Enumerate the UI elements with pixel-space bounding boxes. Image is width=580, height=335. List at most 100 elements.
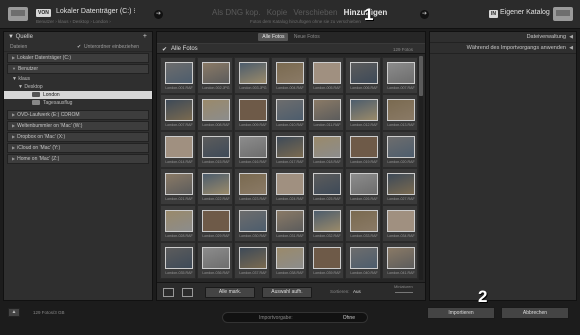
expand-button[interactable]: ▲ bbox=[8, 308, 20, 317]
scrollbar-thumb[interactable] bbox=[419, 56, 423, 96]
thumbnail-image[interactable] bbox=[165, 173, 193, 195]
thumbnail-cell[interactable]: London-008.RAF bbox=[197, 94, 233, 131]
thumbnail-image[interactable] bbox=[313, 247, 341, 269]
volume-item[interactable]: ▶ Lokaler Datenträger (C:) bbox=[7, 53, 149, 63]
thumbnail-image[interactable] bbox=[239, 247, 267, 269]
thumbnail-cell[interactable]: London-018.RAF bbox=[308, 131, 344, 168]
thumbnail-image[interactable] bbox=[202, 62, 230, 84]
thumbnail-image[interactable] bbox=[165, 62, 193, 84]
thumbnail-cell[interactable]: London-040.RAF bbox=[345, 242, 381, 279]
mode-move[interactable]: Verschieben bbox=[293, 8, 337, 17]
thumbnail-image[interactable] bbox=[202, 210, 230, 232]
scrollbar[interactable] bbox=[419, 56, 423, 280]
thumbnail-cell[interactable]: London-027.RAF bbox=[382, 168, 418, 205]
source-panel-header[interactable]: ▼ Quelle + bbox=[4, 32, 152, 43]
thumbnail-image[interactable] bbox=[387, 247, 415, 269]
tree-item-tagesausflug[interactable]: Tagesausflug bbox=[4, 99, 152, 107]
tab-all-photos[interactable]: Alle Fotos bbox=[258, 33, 289, 41]
import-button[interactable]: Importieren bbox=[427, 307, 495, 319]
volume-item[interactable]: ▼ Benutzer bbox=[7, 64, 149, 74]
thumbnail-image[interactable] bbox=[165, 210, 193, 232]
checkmark-icon[interactable]: ✔ bbox=[162, 46, 167, 53]
thumbnail-image[interactable] bbox=[387, 173, 415, 195]
thumbnail-cell[interactable]: London-002.JPG bbox=[197, 57, 233, 94]
thumbnail-image[interactable] bbox=[276, 99, 304, 121]
mode-copy[interactable]: Kopie bbox=[267, 8, 287, 17]
thumbnail-cell[interactable]: London-016.RAF bbox=[234, 131, 270, 168]
thumbnail-image[interactable] bbox=[313, 62, 341, 84]
thumbnail-cell[interactable]: London-013.RAF bbox=[382, 94, 418, 131]
thumbnail-image[interactable] bbox=[313, 173, 341, 195]
thumbnail-cell[interactable]: London-025.RAF bbox=[308, 168, 344, 205]
thumbnail-cell[interactable]: London-017.RAF bbox=[271, 131, 307, 168]
sort-value[interactable]: Aus bbox=[353, 289, 361, 294]
thumbnail-image[interactable] bbox=[387, 136, 415, 158]
thumbnail-cell[interactable]: London-003.JPG bbox=[234, 57, 270, 94]
thumbnail-image[interactable] bbox=[202, 247, 230, 269]
tree-item-desktop[interactable]: ▼ Desktop bbox=[4, 83, 152, 91]
thumbnail-image[interactable] bbox=[350, 62, 378, 84]
thumbnail-cell[interactable]: London-004.RAF bbox=[271, 57, 307, 94]
thumbnail-cell[interactable]: London-010.RAF bbox=[271, 94, 307, 131]
volume-item[interactable]: ▶ Dropbox on 'Mac' (X:) bbox=[7, 132, 149, 142]
thumbnail-image[interactable] bbox=[313, 99, 341, 121]
thumbnail-image[interactable] bbox=[350, 173, 378, 195]
source-title[interactable]: Lokaler Datenträger (C:) ⁝ bbox=[56, 7, 136, 15]
thumbnail-cell[interactable]: London-029.RAF bbox=[197, 205, 233, 242]
thumbnail-cell[interactable]: London-001.RAF bbox=[160, 57, 196, 94]
thumbnail-cell[interactable]: London-033.RAF bbox=[345, 205, 381, 242]
thumbnail-cell[interactable]: London-007.RAF bbox=[160, 94, 196, 131]
thumbnail-cell[interactable]: London-038.RAF bbox=[271, 242, 307, 279]
thumbnail-cell[interactable]: London-034.RAF bbox=[382, 205, 418, 242]
photo-count-label[interactable]: 129 Fotos bbox=[393, 47, 413, 52]
thumbnail-image[interactable] bbox=[276, 210, 304, 232]
apply-during-import-section[interactable]: Während des Importvorgangs anwenden ◀ bbox=[430, 43, 576, 54]
thumbnail-image[interactable] bbox=[239, 99, 267, 121]
thumbnail-cell[interactable]: London-041.RAF bbox=[382, 242, 418, 279]
thumbnail-image[interactable] bbox=[276, 136, 304, 158]
thumbnail-image[interactable] bbox=[350, 136, 378, 158]
volume-item[interactable]: ▶ iCloud on 'Mac' (Y:) bbox=[7, 143, 149, 153]
thumbnail-cell[interactable]: London-014.RAF bbox=[160, 131, 196, 168]
uncheck-all-button[interactable]: Auswahl aufh. bbox=[262, 287, 312, 298]
thumbnail-cell[interactable]: London-012.RAF bbox=[345, 94, 381, 131]
thumbnail-cell[interactable]: London-032.RAF bbox=[308, 205, 344, 242]
thumbnail-image[interactable] bbox=[313, 210, 341, 232]
thumbnail-image[interactable] bbox=[387, 62, 415, 84]
tree-item-klaus[interactable]: ▼ klaus bbox=[4, 75, 152, 83]
thumbnail-image[interactable] bbox=[239, 136, 267, 158]
add-source-icon[interactable]: + bbox=[143, 33, 147, 40]
thumbnail-cell[interactable]: London-028.RAF bbox=[160, 205, 196, 242]
thumbnail-cell[interactable]: London-031.RAF bbox=[271, 205, 307, 242]
thumbnail-image[interactable] bbox=[239, 210, 267, 232]
thumbnail-image[interactable] bbox=[387, 210, 415, 232]
thumbnail-cell[interactable]: London-026.RAF bbox=[345, 168, 381, 205]
thumbnail-cell[interactable]: London-020.RAF bbox=[382, 131, 418, 168]
check-all-button[interactable]: Alle mark. bbox=[205, 287, 255, 298]
thumbnail-cell[interactable]: London-035.RAF bbox=[160, 242, 196, 279]
thumbnail-cell[interactable]: London-006.RAF bbox=[345, 57, 381, 94]
checkmark-icon[interactable]: ✔ bbox=[77, 44, 81, 50]
volume-item[interactable]: ▶ Weltenbummler on 'Mac' (W:) bbox=[7, 121, 149, 131]
tree-item-london[interactable]: London bbox=[4, 91, 152, 99]
thumbnail-image[interactable] bbox=[350, 210, 378, 232]
file-handling-section[interactable]: Dateiverwaltung ◀ bbox=[430, 32, 576, 43]
thumbnail-cell[interactable]: London-037.RAF bbox=[234, 242, 270, 279]
thumbnail-image[interactable] bbox=[350, 247, 378, 269]
thumbnail-cell[interactable]: London-023.RAF bbox=[234, 168, 270, 205]
thumbnail-cell[interactable]: London-007.RAF bbox=[382, 57, 418, 94]
thumbnail-cell[interactable]: London-024.RAF bbox=[271, 168, 307, 205]
thumbnail-cell[interactable]: London-005.RAF bbox=[308, 57, 344, 94]
thumbnail-image[interactable] bbox=[239, 62, 267, 84]
thumbnail-cell[interactable]: London-019.RAF bbox=[345, 131, 381, 168]
thumbnail-size-slider[interactable] bbox=[395, 292, 413, 293]
thumbnail-image[interactable] bbox=[202, 136, 230, 158]
include-subfolders-label[interactable]: Unterordner einbeziehen bbox=[84, 44, 139, 50]
loupe-view-icon[interactable] bbox=[182, 288, 193, 297]
thumbnail-cell[interactable]: London-021.RAF bbox=[160, 168, 196, 205]
thumbnail-cell[interactable]: London-009.RAF bbox=[234, 94, 270, 131]
thumbnail-image[interactable] bbox=[239, 173, 267, 195]
thumbnail-image[interactable] bbox=[165, 99, 193, 121]
thumbnail-image[interactable] bbox=[165, 247, 193, 269]
thumbnail-image[interactable] bbox=[276, 247, 304, 269]
